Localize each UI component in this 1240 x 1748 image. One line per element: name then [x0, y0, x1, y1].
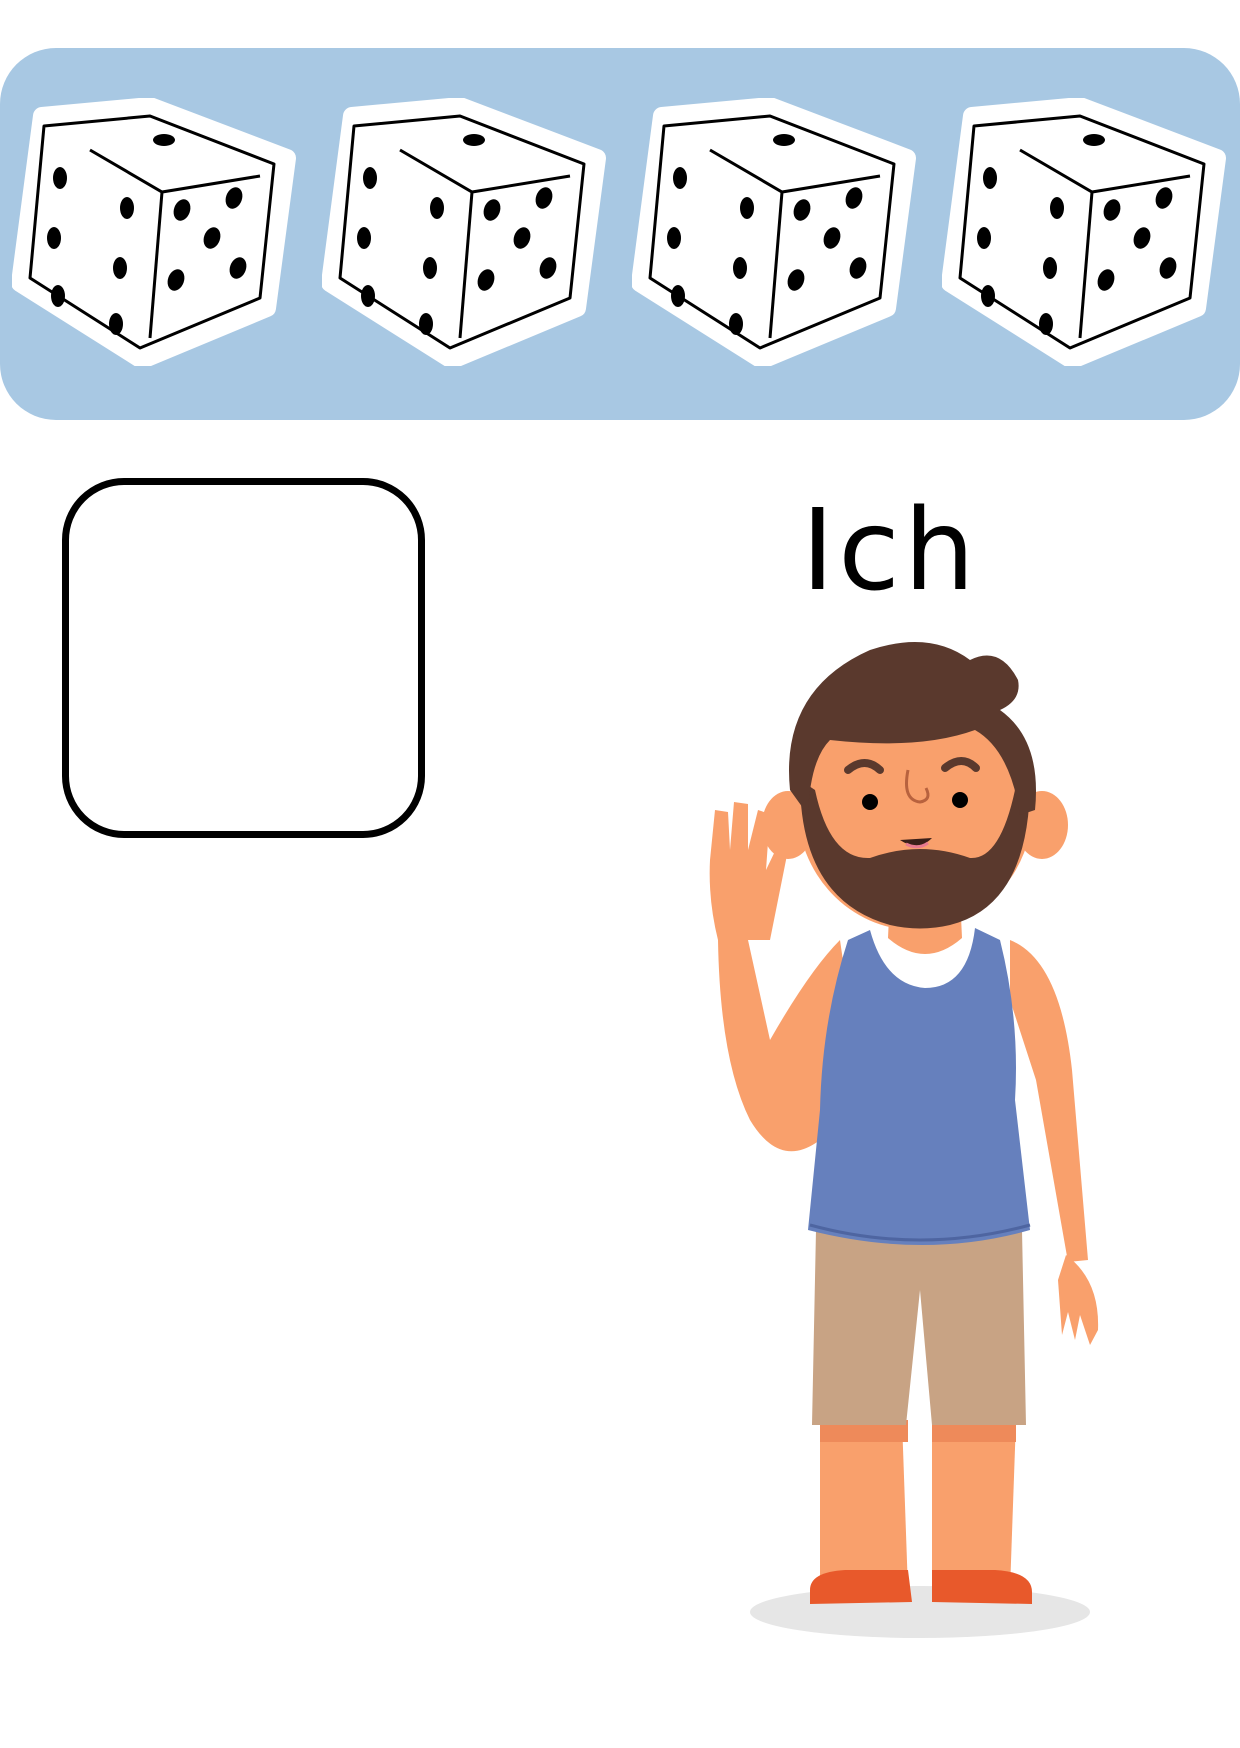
waving-man-illustration: [670, 640, 1120, 1660]
die-icon: [942, 98, 1232, 366]
pronoun-label: Ich: [801, 486, 979, 616]
die-icon: [12, 98, 302, 366]
die-icon: [322, 98, 612, 366]
die-icon: [632, 98, 922, 366]
answer-box[interactable]: [62, 478, 425, 838]
